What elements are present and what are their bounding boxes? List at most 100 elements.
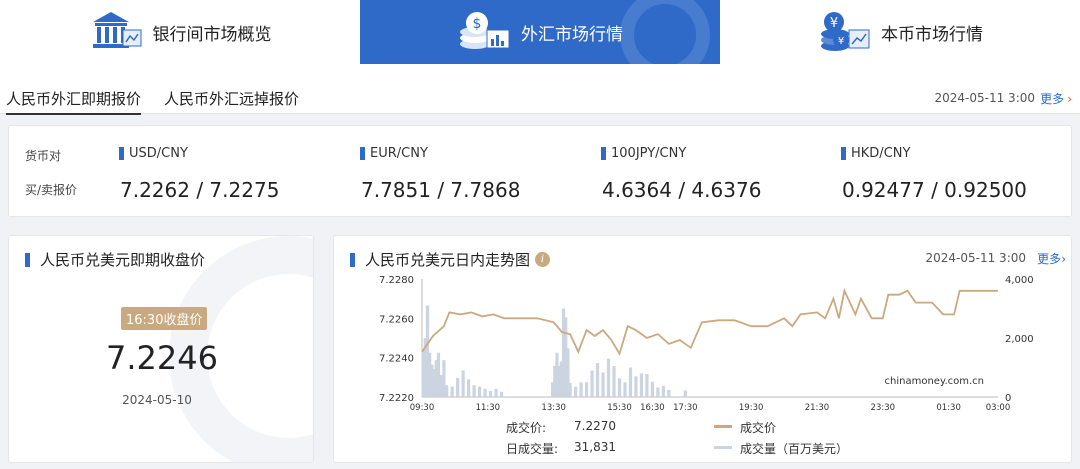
bid-ask-label: 买/卖报价 bbox=[25, 183, 78, 197]
volume-bar bbox=[488, 391, 493, 397]
pair-usd-cny[interactable]: USD/CNY bbox=[119, 146, 188, 161]
chart-watermark: chinamoney.com.cn bbox=[885, 376, 984, 387]
nav-local-currency-market[interactable]: ¥ ¥ 本币市场行情 bbox=[720, 0, 1080, 64]
volume-bar bbox=[634, 376, 638, 397]
volume-bar bbox=[656, 387, 660, 397]
tab-spot-quotes[interactable]: 人民币外汇即期报价 bbox=[6, 88, 142, 115]
volume-bar bbox=[439, 374, 443, 397]
nav-fx-market[interactable]: $ 外汇市场行情 bbox=[360, 0, 720, 64]
intraday-chart: 7.22207.22407.22607.228002,0004,00009:30… bbox=[379, 275, 1034, 413]
x-tick-label: 16:30 bbox=[640, 403, 665, 413]
fx-coins-chart-icon: $ bbox=[460, 12, 510, 49]
bar-marker-icon bbox=[601, 147, 606, 160]
svg-text:$: $ bbox=[473, 16, 482, 32]
last-price-label: 成交价: bbox=[506, 421, 547, 435]
volume-bar bbox=[461, 370, 465, 397]
nav-deco-ring bbox=[620, 0, 710, 64]
y-tick-label: 7.2260 bbox=[379, 314, 414, 325]
nav-label: 银行间市场概览 bbox=[152, 24, 272, 45]
price-line bbox=[421, 287, 998, 356]
x-tick-label: 09:30 bbox=[410, 403, 435, 413]
volume-bar bbox=[478, 386, 482, 397]
closing-price-panel: 人民币兑美元即期收盘价 16:30收盘价 7.2246 2024-05-10 bbox=[8, 235, 314, 463]
x-tick-label: 17:30 bbox=[673, 403, 698, 413]
quote-timestamp: 2024-05-11 3:00 bbox=[934, 91, 1036, 105]
x-tick-label: 19:30 bbox=[739, 403, 764, 413]
tab-swap-quotes[interactable]: 人民币外汇远掉报价 bbox=[164, 88, 299, 109]
volume-bar bbox=[568, 382, 572, 397]
volume-bar bbox=[450, 386, 454, 397]
y2-tick-label: 2,000 bbox=[1005, 334, 1034, 345]
legend-volume-swatch bbox=[714, 446, 732, 449]
volume-bar bbox=[499, 391, 504, 397]
nav-label: 本币市场行情 bbox=[881, 24, 983, 45]
panel-title-text: 人民币兑美元即期收盘价 bbox=[40, 251, 206, 269]
volume-bar bbox=[650, 381, 654, 397]
price-100jpy-cny: 4.6364 / 4.6376 bbox=[602, 178, 762, 202]
price-usd-cny: 7.2262 / 7.2275 bbox=[120, 178, 280, 202]
price-eur-cny: 7.7851 / 7.7868 bbox=[361, 178, 521, 202]
volume-bar bbox=[456, 377, 460, 397]
daily-volume-value: 31,831 bbox=[574, 440, 616, 454]
volume-bar bbox=[595, 363, 600, 397]
volume-bar bbox=[645, 373, 649, 397]
volume-bar bbox=[601, 372, 605, 397]
more-label: 更多 bbox=[1040, 92, 1065, 106]
legend-price-swatch bbox=[714, 425, 732, 428]
closing-price-value: 7.2246 bbox=[106, 339, 218, 377]
pair-label: EUR/CNY bbox=[370, 146, 428, 161]
pair-eur-cny[interactable]: EUR/CNY bbox=[360, 146, 428, 161]
daily-volume-label: 日成交量: bbox=[506, 442, 559, 456]
x-tick-label: 15:30 bbox=[607, 403, 632, 413]
more-link[interactable]: 更多 › bbox=[1040, 90, 1072, 107]
x-tick-label: 11:30 bbox=[476, 403, 501, 413]
chevron-right-icon: › bbox=[1067, 92, 1072, 106]
volume-bar bbox=[667, 389, 671, 397]
intraday-chart-panel: 人民币兑美元日内走势图 i 2024-05-11 3:00 更多› 7.2220 7… bbox=[333, 235, 1072, 463]
volume-bar bbox=[467, 379, 471, 397]
y-tick-label: 7.2220 bbox=[379, 393, 414, 404]
closing-price-date: 2024-05-10 bbox=[122, 393, 192, 407]
x-tick-label: 13:30 bbox=[541, 403, 566, 413]
spot-quotes-panel: 货币对 买/卖报价 USD/CNY 7.2262 / 7.2275 EUR/CN… bbox=[8, 125, 1072, 217]
price-hkd-cny: 0.92477 / 0.92500 bbox=[842, 178, 1027, 202]
rmb-coins-chart-icon: ¥ ¥ bbox=[821, 12, 870, 51]
volume-bar bbox=[436, 352, 441, 397]
y-tick-label: 7.2280 bbox=[379, 275, 414, 286]
bar-marker-icon bbox=[360, 147, 365, 160]
close-time-badge: 16:30收盘价 bbox=[121, 307, 208, 330]
volume-bar bbox=[590, 370, 594, 397]
volume-bar bbox=[612, 366, 616, 397]
volume-bar bbox=[445, 385, 449, 397]
volume-bar bbox=[584, 382, 589, 397]
volume-bar bbox=[661, 385, 665, 397]
bar-marker-icon bbox=[841, 147, 846, 160]
x-tick-label: 21:30 bbox=[805, 403, 830, 413]
volume-bar bbox=[579, 382, 583, 397]
legend-volume-label: 成交量（百万美元） bbox=[740, 442, 849, 456]
volume-bar bbox=[617, 378, 622, 397]
volume-bar bbox=[683, 390, 687, 397]
svg-text:¥: ¥ bbox=[838, 36, 844, 47]
bank-building-icon bbox=[92, 12, 141, 48]
pair-100jpy-cny[interactable]: 100JPY/CNY bbox=[601, 146, 686, 161]
volume-bar bbox=[639, 373, 644, 397]
last-price-value: 7.2270 bbox=[574, 419, 616, 433]
nav-interbank-overview[interactable]: 银行间市场概览 bbox=[0, 0, 360, 64]
legend-price-label: 成交价 bbox=[740, 421, 777, 435]
pair-hkd-cny[interactable]: HKD/CNY bbox=[841, 146, 910, 161]
top-nav: 银行间市场概览 $ 外汇市场行情 ¥ ¥ 本币市场行情 bbox=[0, 0, 1080, 64]
pair-label: 100JPY/CNY bbox=[611, 146, 687, 161]
bar-marker-icon bbox=[25, 252, 30, 267]
y-tick-label: 7.2240 bbox=[379, 354, 414, 365]
pair-label: HKD/CNY bbox=[851, 146, 911, 161]
volume-bar bbox=[442, 360, 446, 397]
volume-bar bbox=[472, 385, 476, 397]
closing-price-title: 人民币兑美元即期收盘价 bbox=[25, 249, 205, 270]
quote-tabs: 人民币外汇即期报价 人民币外汇远掉报价 2024-05-11 3:00 更多 › bbox=[0, 64, 1080, 115]
volume-bar bbox=[606, 358, 611, 397]
x-tick-label: 01:30 bbox=[936, 403, 961, 413]
volume-bar bbox=[628, 367, 633, 397]
nav-label: 外汇市场行情 bbox=[521, 24, 623, 45]
bar-marker-icon bbox=[119, 147, 124, 160]
